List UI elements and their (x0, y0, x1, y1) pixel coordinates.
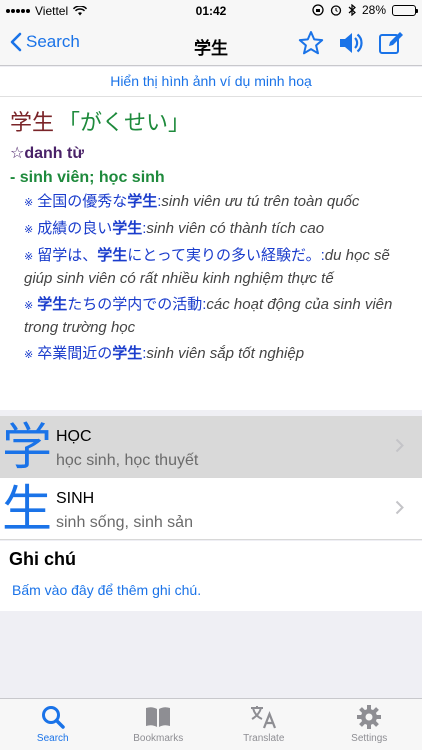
example-marker: ※ (24, 251, 34, 263)
kanji-row-sinh[interactable]: 生 SINH sinh sống, sinh sản (0, 478, 422, 540)
rotation-lock-icon (312, 4, 324, 16)
example-vi: sinh viên có thành tích cao (146, 220, 325, 237)
example-item: ※ 学生たちの学内での活動:các hoạt động của sinh viên… (24, 294, 412, 339)
example-keyword: 学生 (127, 193, 158, 210)
example-keyword: 学生 (112, 220, 143, 237)
tab-translate[interactable]: Translate (211, 699, 317, 750)
example-vi: sinh viên ưu tú trên toàn quốc (161, 193, 360, 210)
kanji-meaning: sinh sống, sinh sản (56, 514, 193, 531)
alarm-icon (330, 5, 342, 16)
tab-settings[interactable]: Settings (317, 699, 422, 750)
battery-percent: 28% (361, 3, 386, 17)
tab-label: Search (36, 733, 69, 744)
example-item: ※ 全国の優秀な学生:sinh viên ưu tú trên toàn quốc (24, 191, 412, 214)
example-jp: にとって実りの多い経験だ。: (127, 247, 325, 264)
status-right: 28% (312, 3, 418, 17)
kanji-list: 学 HỌC học sinh, học thuyết 生 SINH sinh s… (0, 416, 422, 540)
edit-icon[interactable] (378, 30, 404, 56)
meaning: - sinh viên; học sinh (10, 169, 165, 186)
show-images-link[interactable]: Hiển thị hình ảnh ví dụ minh hoạ (0, 67, 422, 97)
tab-label: Settings (351, 733, 388, 744)
example-keyword: 学生 (97, 247, 128, 264)
example-jp: たちの学内での活動: (67, 296, 207, 313)
dictionary-entry: 学生 「がくせい」 ☆danh từ - sinh viên; học sinh … (0, 97, 422, 366)
pos-star: ☆ (10, 145, 25, 162)
example-marker: ※ (24, 197, 34, 209)
bookmark-star-icon[interactable] (298, 30, 324, 56)
example-marker: ※ (24, 300, 34, 312)
example-list: ※ 全国の優秀な学生:sinh viên ưu tú trên toàn quốc… (10, 191, 412, 366)
example-keyword: 学生 (37, 296, 68, 313)
headword: 学生 「がくせい」 (10, 105, 412, 137)
example-marker: ※ (24, 349, 34, 361)
nav-actions (298, 30, 404, 56)
notes-section: Ghi chú Bấm vào đây để thêm ghi chú. (0, 541, 422, 611)
notes-title: Ghi chú (9, 549, 76, 569)
entry-panel: Hiển thị hình ảnh ví dụ minh hoạ 学生 「がくせい… (0, 67, 422, 410)
add-note-link[interactable]: Bấm vào đây để thêm ghi chú. (0, 570, 422, 598)
chevron-right-icon (395, 438, 404, 453)
example-item: ※ 卒業間近の学生:sinh viên sắp tốt nghiệp (24, 343, 412, 366)
battery-icon (392, 4, 418, 16)
kanji-meaning: học sinh, học thuyết (56, 452, 199, 469)
example-item: ※ 成績の良い学生:sinh viên có thành tích cao (24, 218, 412, 241)
translate-icon (250, 706, 276, 729)
kanji-character: 学 (2, 419, 52, 475)
search-icon (41, 706, 65, 729)
example-marker: ※ (24, 224, 34, 236)
example-keyword: 学生 (112, 345, 143, 362)
example-jp: 成績の良い (37, 220, 113, 237)
example-jp: 留学は、 (37, 247, 98, 264)
speaker-icon[interactable] (338, 30, 364, 56)
tab-bar: Search Bookmarks Translate Settings (0, 698, 422, 750)
pos-label: danh từ (24, 145, 84, 162)
part-of-speech: ☆danh từ (10, 143, 412, 163)
tab-search[interactable]: Search (0, 699, 106, 750)
kanji-character: 生 (2, 481, 52, 537)
tab-label: Bookmarks (133, 733, 184, 744)
tab-bookmarks[interactable]: Bookmarks (106, 699, 212, 750)
gear-icon (357, 705, 382, 729)
nav-bar: Search 学生 (0, 22, 422, 66)
example-vi: sinh viên sắp tốt nghiệp (146, 345, 305, 362)
kanji-han-viet: HỌC (56, 428, 92, 445)
example-jp: 卒業間近の (37, 345, 113, 362)
book-icon (146, 707, 171, 727)
kanji-row-hoc[interactable]: 学 HỌC học sinh, học thuyết (0, 416, 422, 478)
bluetooth-icon (348, 4, 356, 16)
headword-reading: 「がくせい」 (58, 110, 191, 135)
tab-label: Translate (243, 733, 285, 744)
example-item: ※ 留学は、学生にとって実りの多い経験だ。:du học sẽ giúp sinh… (24, 245, 412, 290)
example-jp: 全国の優秀な (37, 193, 128, 210)
chevron-right-icon (395, 500, 404, 515)
kanji-han-viet: SINH (56, 490, 95, 507)
status-bar: Viettel 01:42 28% (0, 0, 422, 22)
headword-kanji: 学生 (10, 110, 55, 135)
